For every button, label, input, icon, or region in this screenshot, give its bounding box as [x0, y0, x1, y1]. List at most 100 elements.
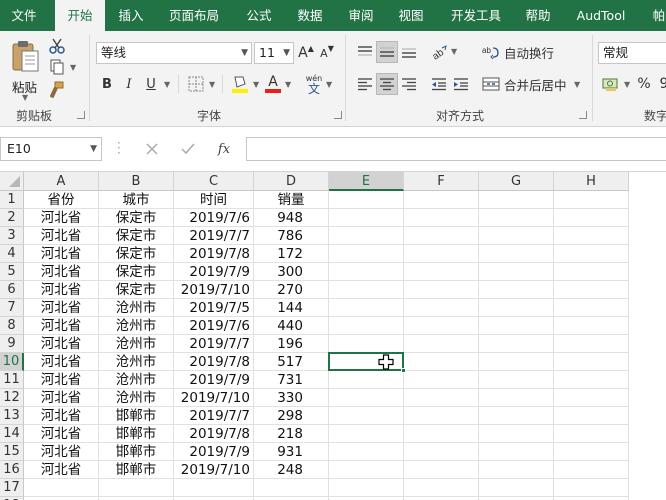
cell-b13[interactable]: 邯郸市: [99, 407, 174, 425]
cell-c6[interactable]: 2019/7/10: [174, 281, 254, 299]
cell-a3[interactable]: 河北省: [24, 227, 99, 245]
cell-g1[interactable]: [479, 191, 554, 209]
bold-button[interactable]: B: [98, 73, 116, 95]
cell-f8[interactable]: [404, 317, 479, 335]
row-header-13[interactable]: 13: [0, 407, 24, 425]
cell-c11[interactable]: 2019/7/9: [174, 371, 254, 389]
row-header-11[interactable]: 11: [0, 371, 24, 389]
cell-d14[interactable]: 218: [254, 425, 329, 443]
tab-5[interactable]: 数据: [288, 0, 332, 31]
cell-d4[interactable]: 172: [254, 245, 329, 263]
tab-0[interactable]: 文件: [0, 0, 48, 31]
cell-c5[interactable]: 2019/7/9: [174, 263, 254, 281]
cell-g16[interactable]: [479, 461, 554, 479]
cell-c17[interactable]: [174, 479, 254, 497]
cell-a15[interactable]: 河北省: [24, 443, 99, 461]
cell-c1[interactable]: 时间: [174, 191, 254, 209]
align-top-button[interactable]: [354, 41, 376, 63]
cell-f13[interactable]: [404, 407, 479, 425]
row-header-17[interactable]: 17: [0, 479, 24, 497]
cell-h3[interactable]: [554, 227, 629, 245]
row-header-6[interactable]: 6: [0, 281, 24, 299]
cell-a6[interactable]: 河北省: [24, 281, 99, 299]
cell-e17[interactable]: [329, 479, 404, 497]
align-bottom-button[interactable]: [398, 41, 420, 63]
percent-button[interactable]: %: [634, 73, 654, 95]
underline-button[interactable]: U: [142, 73, 160, 95]
copy-button[interactable]: [46, 58, 68, 76]
cell-c13[interactable]: 2019/7/7: [174, 407, 254, 425]
clipboard-launcher-icon[interactable]: [77, 111, 85, 119]
cell-e5[interactable]: [329, 263, 404, 281]
cell-c2[interactable]: 2019/7/6: [174, 209, 254, 227]
cell-a5[interactable]: 河北省: [24, 263, 99, 281]
merge-dropdown-icon[interactable]: ▼: [574, 80, 580, 89]
cell-b3[interactable]: 保定市: [99, 227, 174, 245]
cell-f11[interactable]: [404, 371, 479, 389]
cell-h12[interactable]: [554, 389, 629, 407]
italic-button[interactable]: I: [120, 73, 138, 95]
cell-f1[interactable]: [404, 191, 479, 209]
accounting-format-button[interactable]: [600, 73, 622, 95]
cell-g12[interactable]: [479, 389, 554, 407]
cell-d1[interactable]: 销量: [254, 191, 329, 209]
cell-f17[interactable]: [404, 479, 479, 497]
cell-f2[interactable]: [404, 209, 479, 227]
column-header-g[interactable]: G: [479, 172, 554, 191]
cell-e7[interactable]: [329, 299, 404, 317]
cell-b2[interactable]: 保定市: [99, 209, 174, 227]
cell-b12[interactable]: 沧州市: [99, 389, 174, 407]
column-header-h[interactable]: H: [554, 172, 629, 191]
row-header-2[interactable]: 2: [0, 209, 24, 227]
paste-dropdown-icon[interactable]: ▼: [22, 93, 28, 102]
tab-9[interactable]: 帮助: [516, 0, 560, 31]
cell-e9[interactable]: [329, 335, 404, 353]
name-box[interactable]: E10 ▼: [0, 137, 102, 161]
tab-7[interactable]: 视图: [390, 0, 432, 31]
cell-b17[interactable]: [99, 479, 174, 497]
cell-g8[interactable]: [479, 317, 554, 335]
copy-dropdown-icon[interactable]: ▼: [70, 63, 76, 72]
cell-g5[interactable]: [479, 263, 554, 281]
cell-c14[interactable]: 2019/7/8: [174, 425, 254, 443]
cell-c12[interactable]: 2019/7/10: [174, 389, 254, 407]
cell-h4[interactable]: [554, 245, 629, 263]
column-header-a[interactable]: A: [24, 172, 99, 191]
shrink-font-button[interactable]: A ▼: [318, 42, 336, 64]
underline-dropdown-icon[interactable]: ▼: [164, 80, 170, 89]
cell-a11[interactable]: 河北省: [24, 371, 99, 389]
cell-h13[interactable]: [554, 407, 629, 425]
cell-e8[interactable]: [329, 317, 404, 335]
cell-d17[interactable]: [254, 479, 329, 497]
cell-f12[interactable]: [404, 389, 479, 407]
cell-b15[interactable]: 邯郸市: [99, 443, 174, 461]
cell-a2[interactable]: 河北省: [24, 209, 99, 227]
phonetic-button[interactable]: wén 文: [304, 71, 324, 97]
grow-font-button[interactable]: A ▲: [297, 42, 315, 64]
paste-button[interactable]: [8, 37, 42, 75]
tab-6[interactable]: 审阅: [340, 0, 382, 31]
cell-a9[interactable]: 河北省: [24, 335, 99, 353]
align-right-button[interactable]: [398, 73, 420, 95]
fill-handle[interactable]: [401, 368, 406, 373]
cell-d15[interactable]: 931: [254, 443, 329, 461]
cell-g3[interactable]: [479, 227, 554, 245]
enter-button[interactable]: [178, 139, 198, 159]
cell-d12[interactable]: 330: [254, 389, 329, 407]
row-header-15[interactable]: 15: [0, 443, 24, 461]
cell-f6[interactable]: [404, 281, 479, 299]
column-header-b[interactable]: B: [99, 172, 174, 191]
cell-h14[interactable]: [554, 425, 629, 443]
column-header-d[interactable]: D: [254, 172, 329, 191]
decrease-indent-button[interactable]: [428, 73, 450, 95]
cell-c10[interactable]: 2019/7/8: [174, 353, 254, 371]
cell-a12[interactable]: 河北省: [24, 389, 99, 407]
cell-b5[interactable]: 保定市: [99, 263, 174, 281]
cell-d6[interactable]: 270: [254, 281, 329, 299]
cell-f16[interactable]: [404, 461, 479, 479]
wrap-text-button[interactable]: ab 自动换行: [482, 41, 582, 63]
formula-bar-grip-icon[interactable]: · · ·: [117, 137, 121, 159]
cell-e15[interactable]: [329, 443, 404, 461]
font-color-dropdown-icon[interactable]: ▼: [285, 80, 291, 89]
cell-d13[interactable]: 298: [254, 407, 329, 425]
